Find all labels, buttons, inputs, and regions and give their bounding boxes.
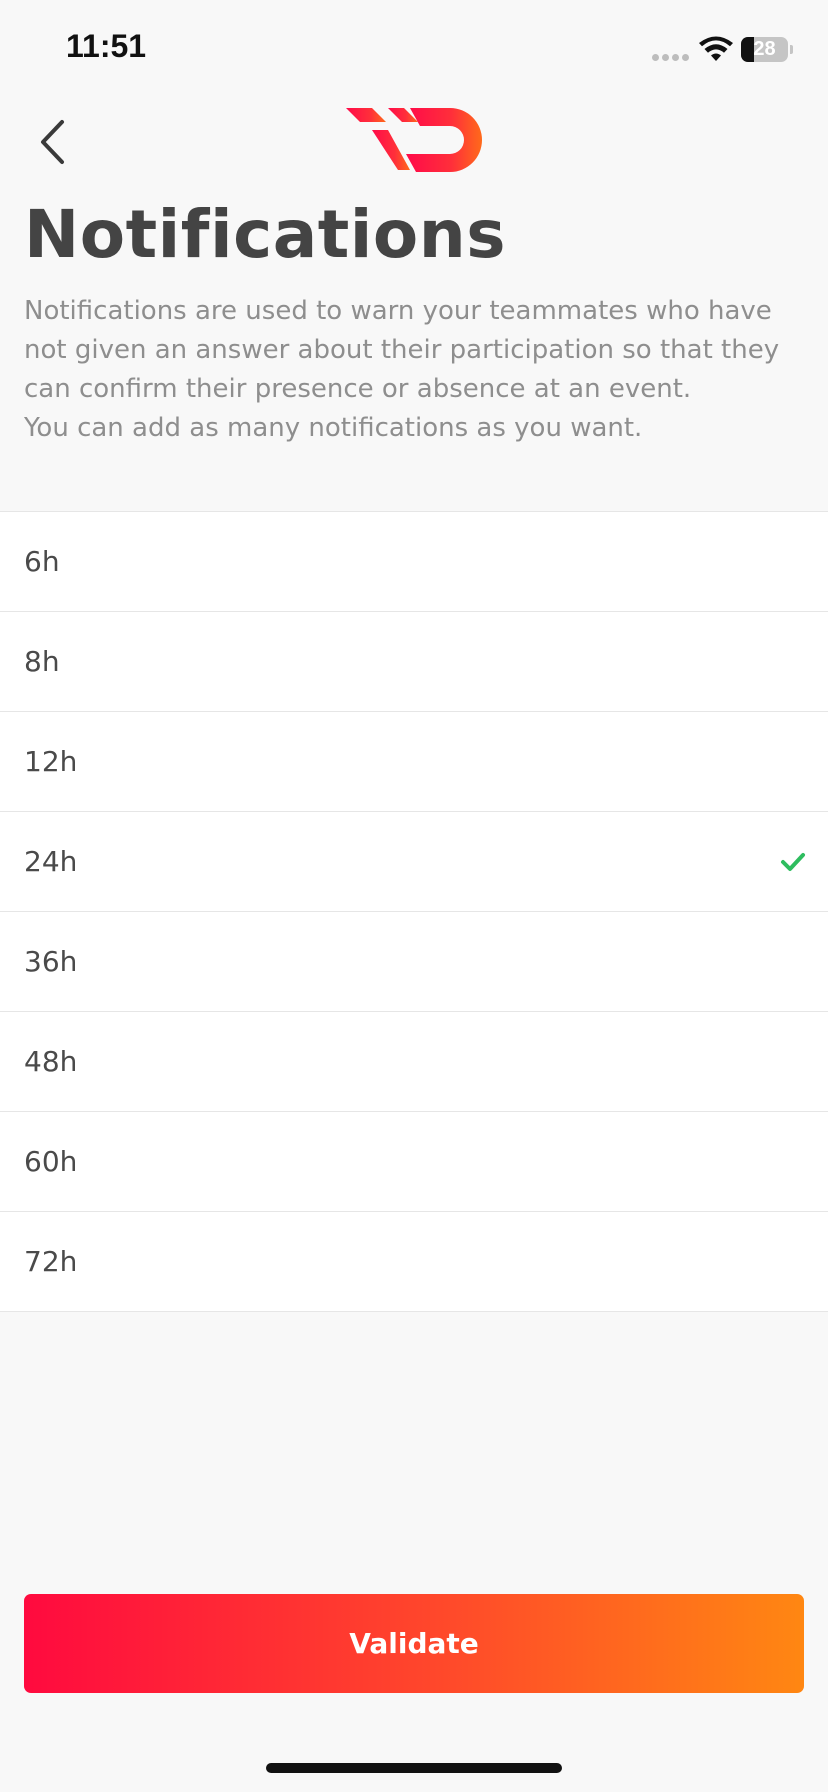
battery-level: 28 [753, 38, 776, 60]
option-row-6h[interactable]: 6h [0, 512, 828, 612]
page-description: Notifications are used to warn your team… [24, 292, 804, 448]
option-row-48h[interactable]: 48h [0, 1012, 828, 1112]
option-row-24h[interactable]: 24h [0, 812, 828, 912]
option-label: 6h [24, 545, 60, 578]
app-logo [346, 108, 482, 172]
option-row-60h[interactable]: 60h [0, 1112, 828, 1212]
option-label: 12h [24, 745, 78, 778]
description-text: Notifications are used to warn your team… [24, 296, 780, 404]
option-label: 24h [24, 845, 78, 878]
option-label: 48h [24, 1045, 78, 1078]
page-title: Notifications [24, 196, 507, 273]
validate-button[interactable]: Validate [24, 1594, 804, 1693]
status-time: 11:51 [66, 28, 147, 64]
checkmark-icon [781, 852, 805, 871]
cellular-signal-icon [652, 54, 689, 61]
battery-cap [790, 45, 793, 54]
option-row-72h[interactable]: 72h [0, 1212, 828, 1312]
battery-icon: 28 [741, 37, 788, 62]
option-label: 60h [24, 1145, 78, 1178]
status-bar: 11:51 28 [0, 0, 828, 100]
option-label: 8h [24, 645, 60, 678]
chevron-left-icon [41, 120, 64, 164]
notification-options-list: 6h 8h 12h 24h 36h 48h 60h 72h [0, 511, 828, 1312]
description-hint: You can add as many notifications as you… [24, 413, 643, 443]
option-row-12h[interactable]: 12h [0, 712, 828, 812]
back-button[interactable] [30, 114, 74, 170]
option-row-8h[interactable]: 8h [0, 612, 828, 712]
option-label: 72h [24, 1245, 78, 1278]
option-label: 36h [24, 945, 78, 978]
wifi-icon [699, 36, 733, 61]
option-row-36h[interactable]: 36h [0, 912, 828, 1012]
home-indicator [266, 1763, 562, 1773]
